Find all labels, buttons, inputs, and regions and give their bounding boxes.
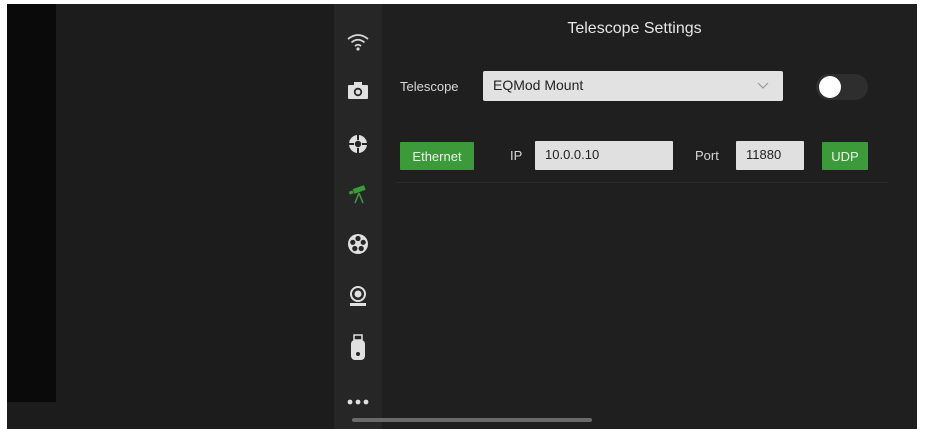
ip-label: IP [510,148,523,163]
telescope-select-value: EQMod Mount [493,77,584,93]
preview-pane [56,4,334,402]
home-indicator[interactable] [352,418,592,422]
focuser-icon[interactable] [334,126,382,162]
usb-device-icon[interactable] [334,330,382,366]
chevron-down-icon [757,82,769,89]
telescope-icon[interactable] [334,176,382,212]
section-divider [396,182,888,183]
udp-button[interactable]: UDP [822,142,868,170]
page-title: Telescope Settings [567,20,702,37]
camera-icon[interactable] [334,72,382,108]
settings-panel [382,4,917,429]
telescope-enable-toggle[interactable] [816,74,868,100]
wifi-icon[interactable] [334,24,382,60]
filter-wheel-icon[interactable] [334,226,382,262]
port-label: Port [695,148,719,163]
more-icon[interactable] [334,384,382,420]
port-field[interactable]: 11880 [736,141,804,170]
ethernet-button[interactable]: Ethernet [400,142,474,170]
preview-pane-bottom [7,402,334,429]
guide-camera-icon[interactable] [334,278,382,314]
telescope-select[interactable]: EQMod Mount [483,71,783,101]
left-edge-strip [7,4,56,402]
telescope-label: Telescope [400,79,459,94]
ip-field[interactable]: 10.0.0.10 [535,141,673,170]
sidebar [334,4,382,429]
toggle-knob [819,76,841,98]
